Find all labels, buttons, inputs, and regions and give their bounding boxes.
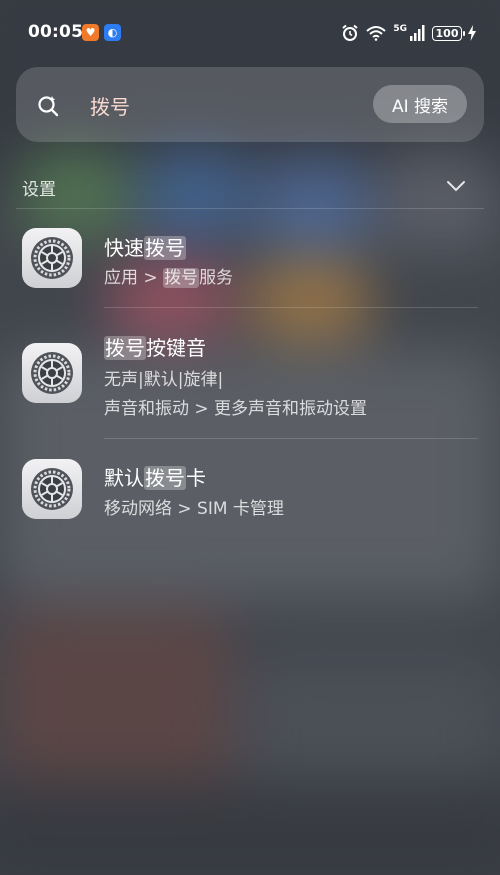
result-path: 声音和振动 > 更多声音和振动设置 bbox=[104, 399, 368, 419]
result-title: 拨号按键音 bbox=[104, 332, 206, 361]
result-item-quick-dial[interactable]: 快速拨号 应用 > 拨号服务 bbox=[0, 225, 500, 305]
chevron-down-icon[interactable] bbox=[446, 180, 466, 192]
settings-gear-icon bbox=[22, 459, 82, 519]
battery-level: 100 bbox=[435, 26, 459, 40]
title-text: 快速 bbox=[104, 236, 144, 260]
result-path: 应用 > 拨号服务 bbox=[104, 263, 233, 288]
status-icons: 5G 100 bbox=[341, 22, 476, 44]
section-divider bbox=[16, 208, 484, 209]
wifi-icon bbox=[366, 26, 387, 41]
settings-gear-icon bbox=[22, 228, 82, 288]
result-item-default-dial-card[interactable]: 默认拨号卡 移动网络 > SIM 卡管理 bbox=[0, 457, 500, 537]
status-bar: 00:05 ♥ ◐ 5G 100 bbox=[0, 0, 500, 68]
title-text-end: 卡 bbox=[186, 466, 206, 490]
result-item-dial-tone[interactable]: 拨号按键音 无声|默认|旋律| 声音和振动 > 更多声音和振动设置 bbox=[0, 327, 500, 437]
result-divider bbox=[104, 307, 478, 308]
path-text: 应用 > bbox=[104, 268, 164, 288]
result-title: 快速拨号 bbox=[104, 232, 186, 261]
title-highlight: 拨号 bbox=[104, 336, 146, 360]
result-path: 移动网络 > SIM 卡管理 bbox=[104, 499, 284, 519]
result-divider bbox=[104, 438, 478, 439]
status-time: 00:05 bbox=[28, 22, 84, 42]
signal-icon bbox=[410, 25, 425, 41]
search-bar[interactable]: 拨号 AI 搜索 bbox=[16, 67, 484, 142]
title-highlight: 拨号 bbox=[144, 466, 186, 490]
title-highlight: 拨号 bbox=[144, 236, 186, 260]
search-input[interactable]: 拨号 bbox=[90, 91, 130, 120]
search-icon bbox=[38, 96, 59, 117]
path-highlight: 拨号 bbox=[163, 268, 200, 288]
path-text-end: 服务 bbox=[199, 268, 234, 288]
result-title: 默认拨号卡 bbox=[104, 462, 206, 491]
charging-icon bbox=[468, 25, 476, 41]
settings-gear-icon bbox=[22, 343, 82, 403]
blue-app-icon: ◐ bbox=[104, 24, 121, 41]
browser-app-icon: ♥ bbox=[82, 24, 99, 41]
section-title-settings: 设置 bbox=[22, 180, 56, 200]
ai-search-button[interactable]: AI 搜索 bbox=[373, 85, 467, 123]
battery-icon: 100 bbox=[432, 25, 465, 41]
title-text-end: 按键音 bbox=[146, 336, 206, 360]
title-text: 默认 bbox=[104, 466, 144, 490]
result-options: 无声|默认|旋律| bbox=[104, 370, 224, 390]
alarm-icon bbox=[342, 24, 358, 41]
network-type: 5G bbox=[393, 23, 407, 34]
